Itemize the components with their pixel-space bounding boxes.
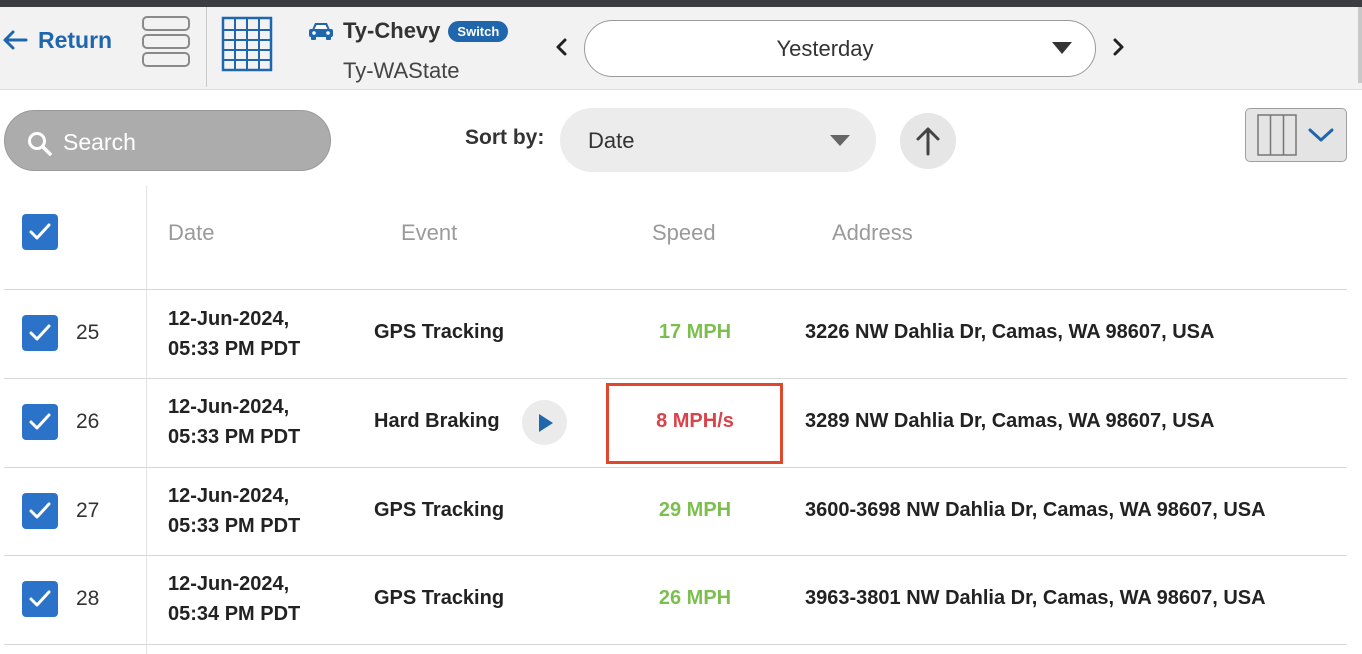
- row-number: 25: [76, 321, 100, 344]
- search-placeholder: Search: [63, 129, 136, 155]
- row-checkbox[interactable]: [22, 404, 58, 440]
- row-event: Hard Braking: [374, 410, 500, 432]
- play-icon: [539, 414, 553, 432]
- search-input[interactable]: Search: [4, 110, 331, 171]
- columns-icon: [1257, 114, 1297, 156]
- row-number: 27: [76, 499, 100, 522]
- row-date-day: 12-Jun-2024,: [168, 485, 290, 507]
- sort-label: Sort by:: [465, 126, 545, 149]
- row-event: GPS Tracking: [374, 499, 505, 521]
- vehicle-name: Ty-Chevy: [343, 18, 441, 43]
- sort-by-select[interactable]: Date: [560, 108, 876, 172]
- sort-direction-button[interactable]: [900, 113, 956, 169]
- window-top-bar: [0, 0, 1362, 7]
- row-divider: [4, 644, 1347, 645]
- return-label: Return: [38, 26, 113, 53]
- row-date: 12-Jun-2024, 05:33 PM PDT: [168, 392, 300, 452]
- row-date: 12-Jun-2024, 05:33 PM PDT: [168, 481, 300, 541]
- row-divider: [4, 378, 1347, 379]
- row-speed: 26 MPH: [658, 587, 732, 609]
- date-range-value: Yesterday: [776, 36, 874, 61]
- vehicle-selector: Ty-Chevy Switch: [308, 16, 509, 46]
- play-video-button[interactable]: [522, 400, 567, 445]
- row-checkbox[interactable]: [22, 493, 58, 529]
- column-header-event[interactable]: Event: [401, 220, 457, 246]
- grid-view-button[interactable]: [221, 14, 273, 72]
- row-speed: 17 MPH: [658, 321, 732, 343]
- row-number: 26: [76, 410, 100, 433]
- select-all-checkbox[interactable]: [22, 214, 58, 250]
- arrow-up-icon: [916, 127, 940, 156]
- row-event: GPS Tracking: [374, 321, 505, 343]
- table-column-divider: [146, 186, 147, 654]
- switch-vehicle-button[interactable]: Switch: [448, 20, 509, 42]
- row-date-time: 05:34 PM PDT: [168, 603, 301, 625]
- row-address: 3226 NW Dahlia Dr, Camas, WA 98607, USA: [805, 321, 1215, 343]
- row-checkbox[interactable]: [22, 315, 58, 351]
- header-divider: [206, 7, 207, 87]
- row-divider: [4, 555, 1347, 556]
- speed-highlight-box: [606, 383, 783, 464]
- chevron-left-icon: [556, 38, 567, 56]
- search-icon: [28, 132, 52, 156]
- column-header-speed[interactable]: Speed: [652, 220, 716, 246]
- row-speed: 29 MPH: [658, 499, 732, 521]
- row-date-day: 12-Jun-2024,: [168, 396, 290, 418]
- row-event: GPS Tracking: [374, 587, 505, 609]
- row-checkbox[interactable]: [22, 581, 58, 617]
- row-date-time: 05:33 PM PDT: [168, 338, 301, 360]
- row-date-day: 12-Jun-2024,: [168, 308, 290, 330]
- row-date: 12-Jun-2024, 05:33 PM PDT: [168, 304, 300, 364]
- list-view-button[interactable]: [141, 14, 191, 68]
- row-address: 3600-3698 NW Dahlia Dr, Camas, WA 98607,…: [805, 499, 1266, 521]
- checkmark-icon: [29, 590, 51, 607]
- date-range-select[interactable]: Yesterday: [584, 20, 1096, 77]
- back-arrow-icon: [3, 30, 28, 50]
- column-settings-button[interactable]: [1245, 108, 1347, 162]
- car-icon: [309, 23, 333, 40]
- column-header-address[interactable]: Address: [832, 220, 913, 246]
- list-view-icon: [142, 16, 190, 67]
- row-date-day: 12-Jun-2024,: [168, 573, 290, 595]
- previous-period-button[interactable]: [553, 34, 571, 60]
- sort-by-value: Date: [588, 128, 635, 153]
- row-address: 3289 NW Dahlia Dr, Camas, WA 98607, USA: [805, 410, 1215, 432]
- column-header-date[interactable]: Date: [168, 220, 214, 246]
- caret-down-icon: [1052, 42, 1072, 54]
- vehicle-group: Ty-WAState: [343, 58, 460, 83]
- checkmark-icon: [29, 223, 51, 240]
- return-button[interactable]: Return: [2, 24, 112, 56]
- row-date-time: 05:33 PM PDT: [168, 515, 301, 537]
- row-address: 3963-3801 NW Dahlia Dr, Camas, WA 98607,…: [805, 587, 1266, 609]
- row-date-time: 05:33 PM PDT: [168, 426, 301, 448]
- checkmark-icon: [29, 413, 51, 430]
- caret-down-icon: [830, 135, 850, 146]
- row-number: 28: [76, 587, 100, 610]
- checkmark-icon: [29, 324, 51, 341]
- row-divider: [4, 467, 1347, 468]
- grid-view-icon: [221, 16, 273, 72]
- row-divider: [4, 289, 1347, 290]
- next-period-button[interactable]: [1109, 34, 1127, 60]
- chevron-down-icon: [1308, 128, 1334, 142]
- scrollbar[interactable]: [1358, 7, 1362, 83]
- row-date: 12-Jun-2024, 05:34 PM PDT: [168, 569, 300, 629]
- chevron-right-icon: [1113, 38, 1124, 56]
- checkmark-icon: [29, 502, 51, 519]
